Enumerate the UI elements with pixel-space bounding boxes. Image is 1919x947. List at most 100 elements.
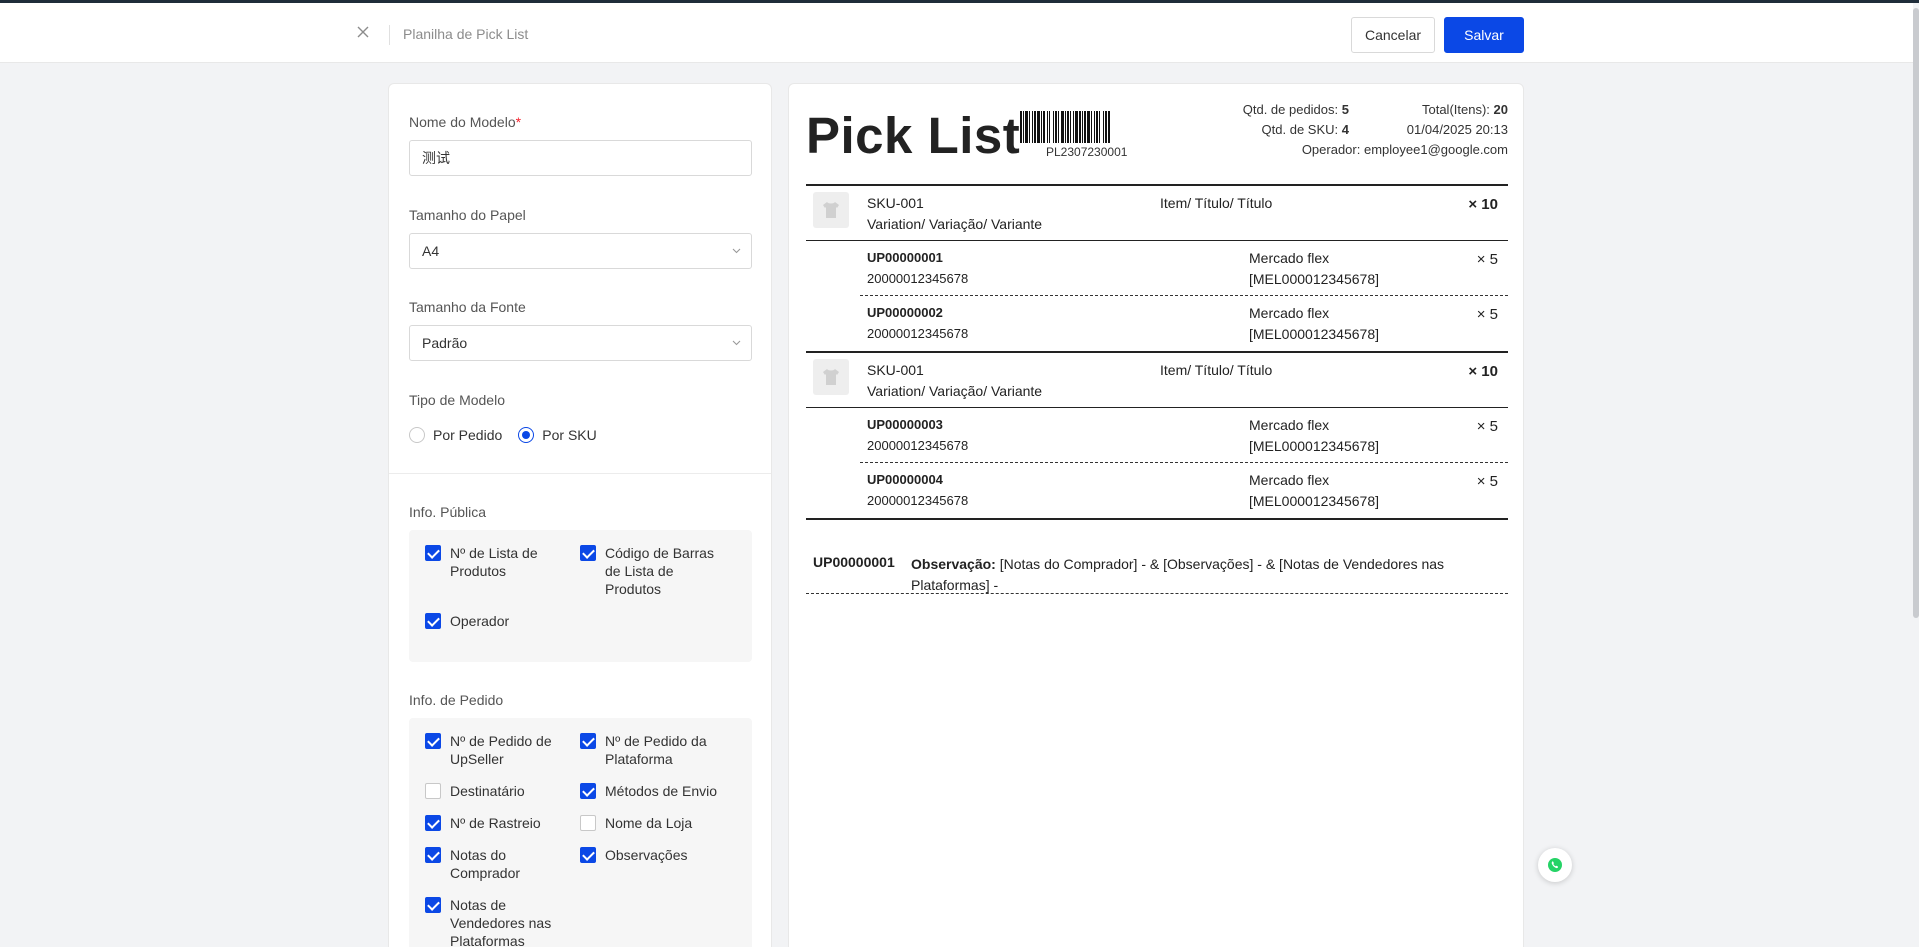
model-type-label: Tipo de Modelo — [409, 392, 505, 408]
checkbox-list-number[interactable]: Nº de Lista de Produtos — [425, 544, 560, 580]
paper-size-select[interactable]: A4 — [409, 233, 752, 269]
section-divider — [389, 473, 771, 474]
checkbox-label: Código de Barras de Lista de Produtos — [605, 545, 714, 597]
radio-por-sku[interactable]: Por SKU — [518, 427, 597, 443]
observation-text: Observação: [Notas do Comprador] - & [Ob… — [911, 556, 1445, 593]
order-quantity: × 5 — [1476, 473, 1498, 490]
checkbox-label: Destinatário — [450, 783, 525, 799]
public-info-box: Nº de Lista de Produtos Código de Barras… — [409, 530, 752, 662]
list-barcode-image — [1020, 111, 1110, 143]
checkbox[interactable] — [580, 847, 596, 863]
checkbox-label: Nome da Loja — [605, 815, 693, 831]
checkbox-shipping-methods[interactable]: Métodos de Envio — [580, 782, 735, 800]
whatsapp-chat-button[interactable] — [1538, 848, 1572, 882]
font-size-select[interactable]: Padrão — [409, 325, 752, 361]
sku-count: Qtd. de SKU: 4 — [1261, 122, 1349, 137]
order-row: UP00000004 20000012345678 Mercado flex [… — [860, 463, 1508, 518]
checkbox[interactable] — [425, 545, 441, 561]
checkbox[interactable] — [425, 733, 441, 749]
sku-title: Item/ Título/ Título — [1160, 362, 1273, 378]
checkbox-recipient[interactable]: Destinatário — [425, 782, 560, 800]
checkbox-store-name[interactable]: Nome da Loja — [580, 814, 715, 832]
checkbox[interactable] — [425, 613, 441, 629]
order-quantity: × 5 — [1476, 418, 1498, 435]
sku-quantity: × 10 — [1468, 363, 1498, 380]
checkbox-platform-order[interactable]: Nº de Pedido da Plataforma — [580, 732, 715, 768]
order-quantity: × 5 — [1476, 306, 1498, 323]
checkbox-upseller-order[interactable]: Nº de Pedido de UpSeller — [425, 732, 560, 768]
checkbox-label: Nº de Pedido da Plataforma — [605, 733, 707, 767]
sku-block: SKU-001 Variation/ Variação/ Variante It… — [806, 184, 1508, 351]
shipping-method: Mercado flex — [1249, 305, 1330, 321]
sku-code: SKU-001 — [867, 362, 924, 378]
checkbox-label: Observações — [605, 847, 688, 863]
checkbox[interactable] — [425, 897, 441, 913]
checkbox[interactable] — [580, 783, 596, 799]
model-name-input[interactable]: 测试 — [409, 140, 752, 176]
order-number: UP00000004 — [867, 472, 943, 487]
sku-code: SKU-001 — [867, 195, 924, 211]
observation-row: UP00000001 Observação: [Notas do Comprad… — [806, 544, 1508, 594]
checkbox-buyer-notes[interactable]: Notas do Comprador — [425, 846, 560, 882]
table-bottom-border — [806, 518, 1508, 520]
shipping-method: Mercado flex — [1249, 250, 1330, 266]
font-size-label: Tamanho da Fonte — [409, 299, 526, 315]
checkbox-label: Nº de Pedido de UpSeller — [450, 733, 552, 767]
checkbox-seller-notes[interactable]: Notas de Vendedores nas Plataformas — [425, 896, 560, 947]
order-row: UP00000003 20000012345678 Mercado flex [… — [860, 408, 1508, 463]
required-mark: * — [515, 114, 522, 130]
radio-por-pedido[interactable]: Por Pedido — [409, 427, 502, 443]
checkbox[interactable] — [580, 545, 596, 561]
checkbox[interactable] — [425, 847, 441, 863]
product-thumbnail — [813, 192, 849, 228]
tracking-number: [MEL000012345678] — [1249, 271, 1379, 287]
checkbox-label: Notas do Comprador — [450, 847, 521, 881]
paper-size-value: A4 — [422, 243, 440, 259]
radio-label: Por SKU — [542, 427, 597, 443]
order-count: Qtd. de pedidos: 5 — [1242, 102, 1349, 117]
template-settings-panel: Nome do Modelo* 测试 Tamanho do Papel A4 T… — [388, 83, 772, 947]
sku-block: SKU-001 Variation/ Variação/ Variante It… — [806, 351, 1508, 518]
checkbox-list-barcode[interactable]: Código de Barras de Lista de Produtos — [580, 544, 715, 598]
checkbox-observations[interactable]: Observações — [580, 846, 715, 864]
checkbox[interactable] — [425, 783, 441, 799]
whatsapp-icon — [1548, 858, 1562, 872]
chevron-down-icon — [732, 340, 741, 346]
close-icon[interactable] — [354, 23, 372, 41]
model-name-value: 测试 — [422, 150, 450, 166]
radio-label: Por Pedido — [433, 427, 503, 443]
order-info-box: Nº de Pedido de UpSeller Nº de Pedido da… — [409, 718, 752, 947]
save-button[interactable]: Salvar — [1444, 17, 1524, 53]
sku-title: Item/ Título/ Título — [1160, 195, 1273, 211]
order-quantity: × 5 — [1476, 251, 1498, 268]
sku-quantity: × 10 — [1468, 196, 1498, 213]
product-thumbnail — [813, 359, 849, 395]
order-info-title: Info. de Pedido — [409, 692, 504, 708]
order-barcode: 20000012345678 — [867, 271, 969, 286]
checkbox-operator[interactable]: Operador — [425, 612, 560, 630]
sku-variation: Variation/ Variação/ Variante — [867, 383, 1043, 399]
checkbox[interactable] — [580, 815, 596, 831]
pick-list-title: Pick List — [806, 107, 1021, 164]
shipping-method: Mercado flex — [1249, 472, 1330, 488]
checkbox[interactable] — [580, 733, 596, 749]
tracking-number: [MEL000012345678] — [1249, 438, 1379, 454]
cancel-button[interactable]: Cancelar — [1351, 17, 1435, 53]
checkbox-label: Nº de Lista de Produtos — [450, 545, 538, 579]
page-scrollbar[interactable] — [1913, 3, 1919, 947]
paper-size-label: Tamanho do Papel — [409, 207, 526, 223]
tracking-number: [MEL000012345678] — [1249, 493, 1379, 509]
observation-order-number: UP00000001 — [813, 554, 895, 570]
radio-circle[interactable] — [409, 427, 425, 443]
radio-circle-selected[interactable] — [518, 427, 535, 443]
model-name-label: Nome do Modelo* — [409, 114, 522, 130]
page-title: Planilha de Pick List — [403, 26, 529, 42]
sku-variation: Variation/ Variação/ Variante — [867, 216, 1043, 232]
checkbox[interactable] — [425, 815, 441, 831]
order-barcode: 20000012345678 — [867, 326, 969, 341]
checkbox-tracking-number[interactable]: Nº de Rastreio — [425, 814, 560, 832]
order-row: UP00000002 20000012345678 Mercado flex [… — [860, 296, 1508, 351]
operator-info: Operador: employee1@google.com — [1301, 142, 1508, 157]
shipping-method: Mercado flex — [1249, 417, 1330, 433]
scrollbar-thumb[interactable] — [1913, 8, 1919, 618]
